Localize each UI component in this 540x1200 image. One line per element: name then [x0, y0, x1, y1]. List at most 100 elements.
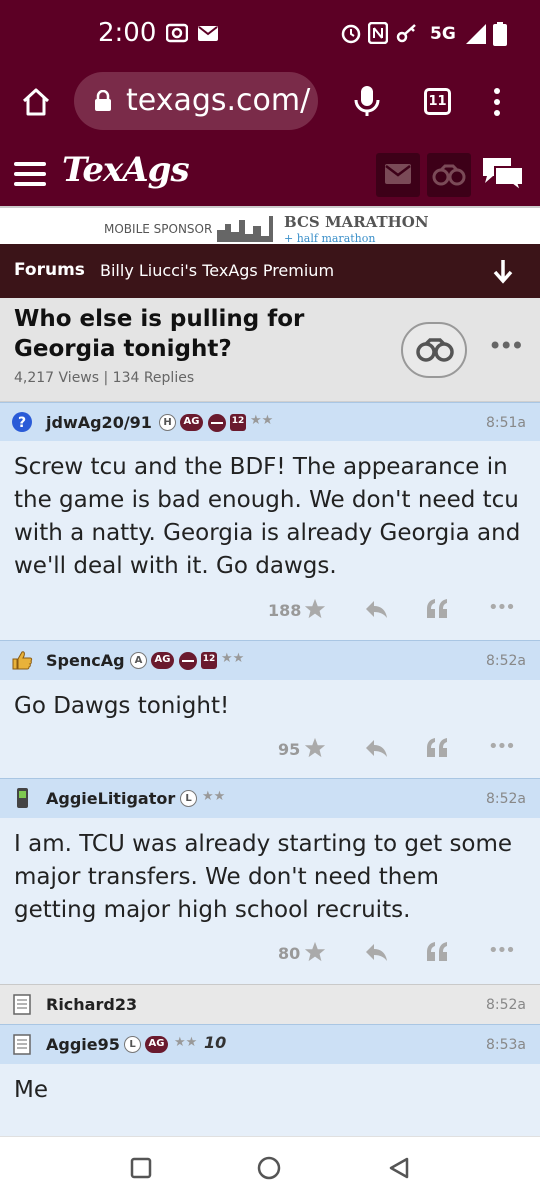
username[interactable]: AggieLitigator [46, 789, 175, 808]
lock-icon [95, 90, 111, 111]
camera-icon [166, 23, 188, 43]
post-text: Screw tcu and the BDF! The appearance in… [14, 454, 521, 579]
badge-l: L [124, 1036, 141, 1053]
site-logo[interactable]: TexAgs [62, 150, 190, 190]
badge-h: H [159, 414, 176, 431]
android-nav-bar [0, 1136, 540, 1200]
sponsor-banner[interactable]: MOBILE SPONSOR BCS MARATHON + half marat… [0, 206, 540, 245]
quote-icon[interactable] [426, 598, 448, 618]
post-more-icon[interactable]: ••• [488, 736, 516, 757]
post-text: Me [14, 1077, 48, 1103]
messages-button[interactable] [376, 153, 420, 197]
post-time: 8:53a [485, 1037, 526, 1053]
skyline-icon [217, 216, 273, 242]
forum-name-link[interactable]: Billy Liucci's TexAgs Premium [100, 261, 334, 280]
username[interactable]: Richard23 [46, 995, 137, 1014]
back-icon[interactable] [387, 1156, 411, 1180]
network-label: 5G [430, 24, 456, 44]
stars: ★★ [174, 1035, 198, 1050]
post-header: AggieLitigator L ★★ 8:52a [0, 778, 540, 818]
nfc-icon [368, 22, 388, 44]
thread-header: Who else is pulling for Georgia tonight?… [0, 298, 540, 402]
post-time: 8:52a [485, 791, 526, 807]
star-icon[interactable] [304, 737, 326, 759]
binoculars-icon [432, 164, 466, 186]
home-icon[interactable] [20, 86, 52, 118]
badge-12: 12 [201, 652, 217, 669]
helmet-icon [179, 652, 197, 670]
mail-icon [385, 164, 411, 184]
url-text: texags.com/ [126, 83, 311, 118]
star-count: 95 [278, 740, 301, 759]
notepad-avatar-icon [13, 994, 31, 1015]
badge-12: 12 [230, 414, 246, 431]
star-count: 188 [268, 601, 302, 620]
url-bar[interactable]: texags.com/ [74, 72, 318, 130]
badge-ag: AG [180, 414, 203, 431]
reply-icon[interactable] [364, 942, 388, 962]
stars: ★★ [202, 789, 226, 804]
quote-icon[interactable] [426, 941, 448, 961]
post-body: Go Dawgs tonight! 95 ••• [0, 680, 540, 778]
status-time: 2:00 [98, 18, 157, 48]
post-text: Go Dawgs tonight! [14, 693, 230, 719]
post-more-icon[interactable]: ••• [488, 597, 516, 618]
badge-a: A [130, 652, 147, 669]
stars: ★★ [250, 413, 274, 428]
username[interactable]: Aggie95 [46, 1035, 120, 1054]
chat-icon[interactable] [481, 156, 525, 192]
watchlist-button[interactable] [427, 153, 471, 197]
post-time: 8:52a [485, 653, 526, 669]
post-text: I am. TCU was already starting to get so… [14, 831, 513, 923]
stars: ★★ [221, 651, 245, 666]
alarm-icon [341, 24, 361, 44]
post-time: 8:51a [485, 415, 526, 431]
post-header: SpencAg A AG 12 ★★ 8:52a [0, 640, 540, 680]
post-time: 8:52a [485, 997, 526, 1013]
forums-link[interactable]: Forums [14, 260, 85, 280]
helmet-icon [208, 414, 226, 432]
star-icon[interactable] [304, 941, 326, 963]
recents-icon[interactable] [130, 1157, 152, 1179]
badge-ag: AG [145, 1036, 168, 1053]
thread-stats: 4,217 Views | 134 Replies [14, 370, 195, 386]
sponsor-title: BCS MARATHON [284, 213, 429, 231]
badge-10: 10 [204, 1033, 227, 1052]
star-count: 80 [278, 944, 301, 963]
sponsor-label: MOBILE SPONSOR [104, 222, 213, 236]
badge-l: L [180, 790, 197, 807]
battery-icon [493, 22, 507, 46]
post-more-icon[interactable]: ••• [488, 940, 516, 961]
status-bar: 2:00 5G [0, 0, 540, 70]
post-body: Screw tcu and the BDF! The appearance in… [0, 441, 540, 640]
svg-text:?: ? [18, 415, 26, 431]
notepad-avatar-icon [13, 1034, 31, 1055]
overflow-menu-icon[interactable] [489, 86, 505, 118]
question-avatar-icon: ? [12, 412, 32, 432]
reply-icon[interactable] [364, 738, 388, 758]
thread-more-button[interactable]: ••• [488, 332, 525, 360]
post-body: I am. TCU was already starting to get so… [0, 818, 540, 984]
home-nav-icon[interactable] [257, 1156, 281, 1180]
post-header-collapsed[interactable]: Richard23 8:52a [0, 984, 540, 1024]
site-header: TexAgs [0, 136, 540, 206]
microphone-icon[interactable] [353, 84, 381, 118]
watch-thread-button[interactable] [401, 322, 467, 378]
quote-icon[interactable] [426, 737, 448, 757]
thread-title: Who else is pulling for Georgia tonight? [14, 306, 305, 362]
post-body: Me [0, 1064, 540, 1136]
mail-icon [198, 26, 218, 41]
username[interactable]: jdwAg20/91 [46, 413, 152, 432]
username[interactable]: SpencAg [46, 651, 125, 670]
tabs-button[interactable]: 11 [424, 88, 451, 115]
post-header: ? jdwAg20/91 H AG 12 ★★ 8:51a [0, 402, 540, 442]
star-icon[interactable] [304, 598, 326, 620]
forum-bar: Forums Billy Liucci's TexAgs Premium [0, 244, 540, 298]
thumbs-up-avatar-icon [12, 651, 33, 670]
reply-icon[interactable] [364, 599, 388, 619]
phone-avatar-icon [17, 788, 28, 808]
key-icon [396, 24, 416, 43]
arrow-down-icon[interactable] [492, 258, 514, 284]
badge-ag: AG [151, 652, 174, 669]
binoculars-icon [416, 338, 454, 362]
